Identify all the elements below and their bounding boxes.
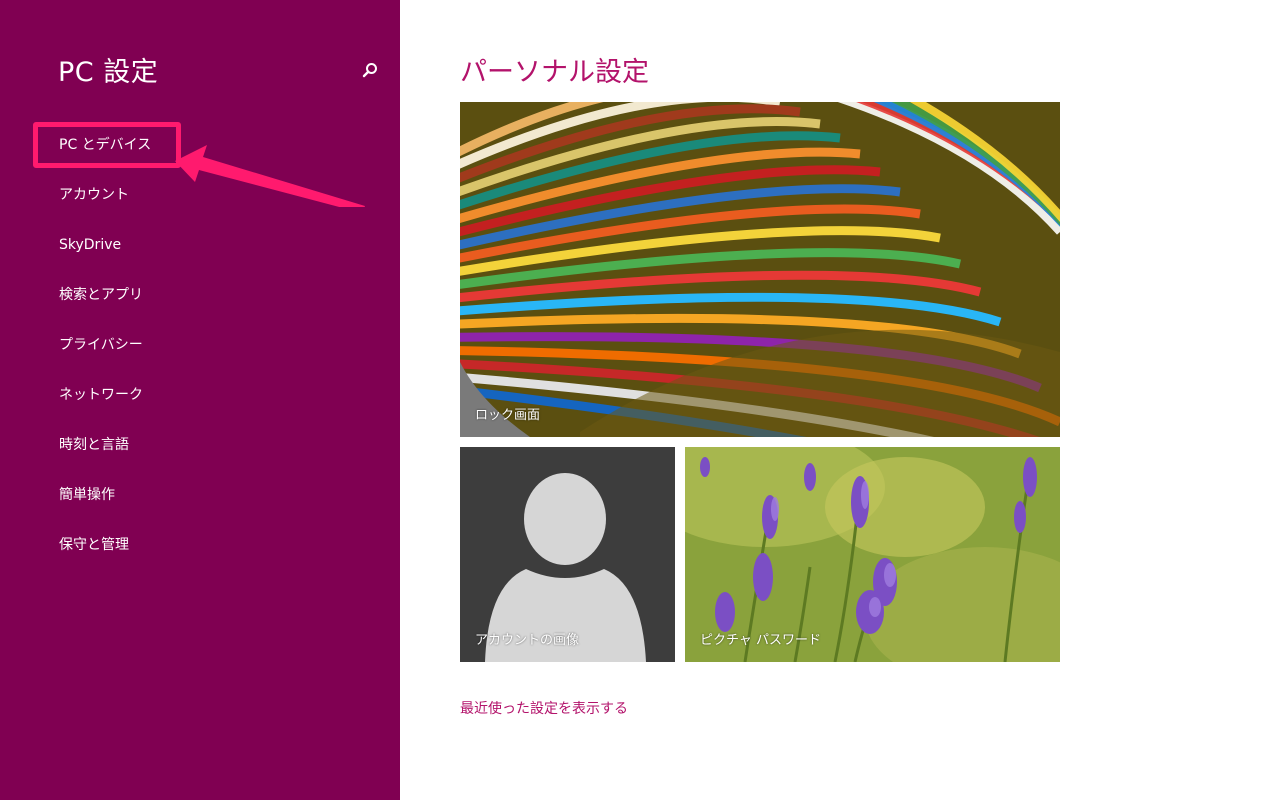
picture-password-tile[interactable]: ピクチャ パスワード [685,447,1060,662]
nav-list: PC とデバイス アカウント SkyDrive 検索とアプリ プライバシー ネッ… [0,120,400,570]
nav-item-time-and-language[interactable]: 時刻と言語 [0,420,400,470]
sidebar-title: PC 設定 [58,57,159,88]
account-picture-tile[interactable]: アカウントの画像 [460,447,675,662]
picture-password-label: ピクチャ パスワード [700,633,822,648]
search-button[interactable] [358,58,382,82]
page-title: パーソナル設定 [460,57,649,88]
sidebar: PC 設定 PC とデバイス アカウント SkyDrive 検索とアプリ プライ… [0,0,400,800]
nav-item-skydrive[interactable]: SkyDrive [0,220,400,270]
nav-item-network[interactable]: ネットワーク [0,370,400,420]
nav-item-update-and-recovery[interactable]: 保守と管理 [0,520,400,570]
nav-item-pc-and-devices[interactable]: PC とデバイス [0,120,400,170]
main-content: パーソナル設定 ロック画面 アカウントの画像 ピクチャ パスワード 最近使った設… [400,0,1280,800]
nav-item-search-and-apps[interactable]: 検索とアプリ [0,270,400,320]
nav-item-ease-of-access[interactable]: 簡単操作 [0,470,400,520]
lock-screen-label: ロック画面 [475,408,541,423]
nav-item-accounts[interactable]: アカウント [0,170,400,220]
search-icon [362,63,377,78]
account-picture-label: アカウントの画像 [475,633,580,648]
lock-screen-image [460,102,1060,437]
lock-screen-tile[interactable]: ロック画面 [460,102,1060,437]
nav-item-privacy[interactable]: プライバシー [0,320,400,370]
recent-settings-link[interactable]: 最近使った設定を表示する [460,698,628,718]
